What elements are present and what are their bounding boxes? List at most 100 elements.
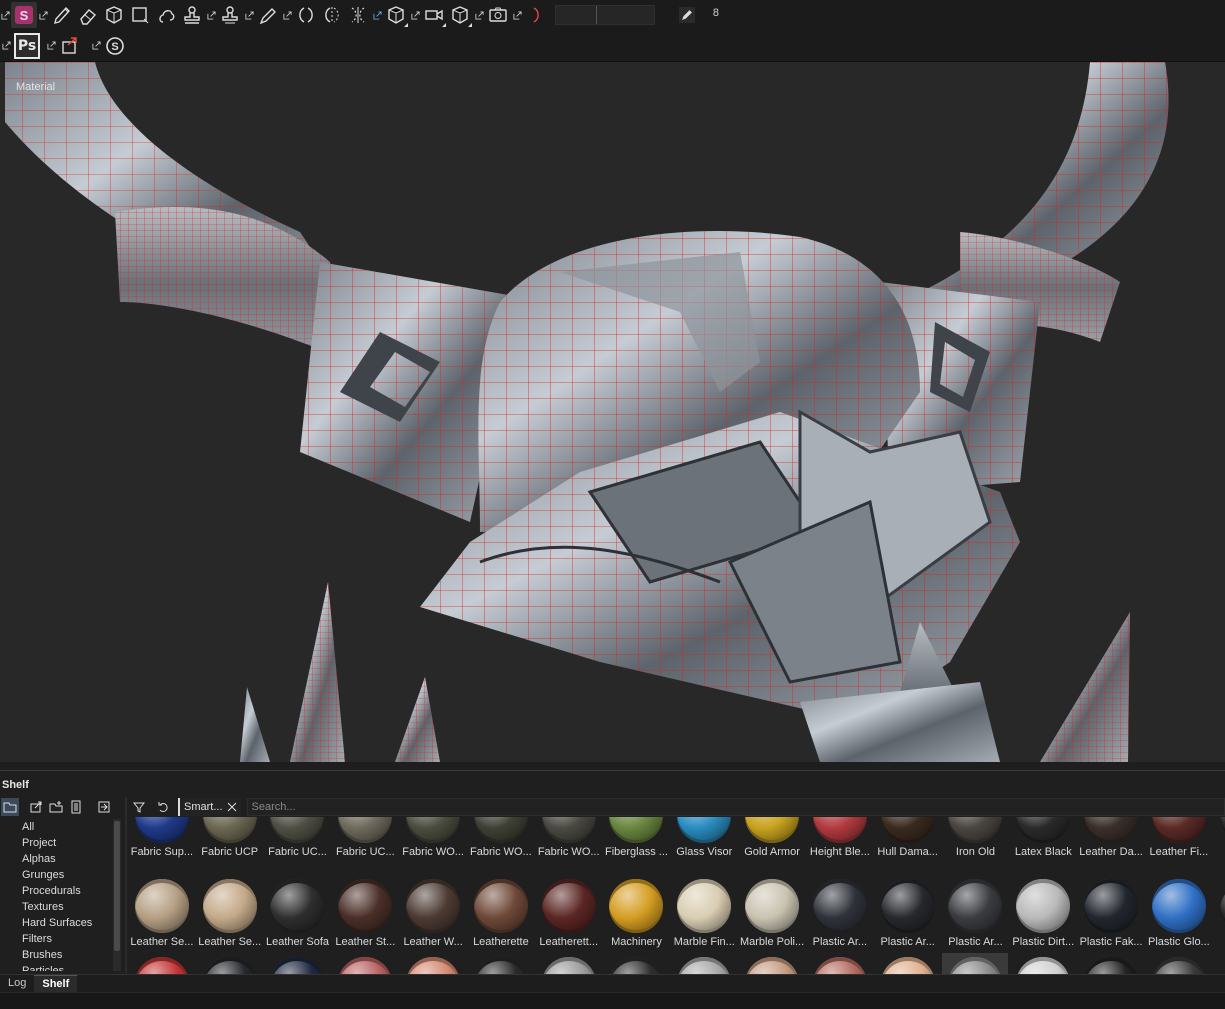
material-picker-icon[interactable] xyxy=(217,2,243,28)
external-link-icon[interactable] xyxy=(1,41,11,51)
material-thumbnail[interactable] xyxy=(670,957,738,975)
projection-icon[interactable] xyxy=(101,2,127,28)
external-link-icon[interactable] xyxy=(38,10,48,20)
material-thumbnail[interactable]: Plastic Ar... xyxy=(874,879,942,948)
shelf-divider[interactable] xyxy=(125,797,127,973)
material-thumbnail[interactable]: Iron Old xyxy=(942,817,1010,858)
3d-viewport[interactable]: Material xyxy=(0,62,1225,762)
material-thumbnail[interactable] xyxy=(1009,957,1077,975)
folder-icon[interactable] xyxy=(1,798,19,816)
brush-size-slider[interactable] xyxy=(555,5,655,25)
material-thumbnail[interactable]: Marble Fin... xyxy=(670,879,738,948)
material-thumbnail[interactable]: Fiberglass ... xyxy=(603,817,671,858)
material-thumbnail[interactable]: Fabric Sup... xyxy=(128,817,196,858)
material-thumbnail[interactable]: Plastic Glo... xyxy=(1145,879,1213,948)
import-icon[interactable] xyxy=(27,798,45,816)
material-thumbnail[interactable]: Latex Black xyxy=(1009,817,1077,858)
mirror-icon[interactable] xyxy=(319,2,345,28)
external-link-icon[interactable] xyxy=(512,10,522,20)
material-thumbnail[interactable]: Fabric WO... xyxy=(467,817,535,858)
material-thumbnail[interactable] xyxy=(535,957,603,975)
category-all[interactable]: All xyxy=(0,819,122,835)
material-thumbnail[interactable]: Fabric WO... xyxy=(535,817,603,858)
export-arrow-icon[interactable] xyxy=(57,33,83,59)
material-thumbnail[interactable]: Machinery xyxy=(603,879,671,948)
category-particles[interactable]: Particles xyxy=(0,963,122,971)
material-thumbnail[interactable] xyxy=(738,957,806,975)
symmetry-half-icon[interactable] xyxy=(523,2,549,28)
photoshop-export-button[interactable]: Ps xyxy=(14,32,40,59)
category-grunges[interactable]: Grunges xyxy=(0,867,122,883)
material-thumbnail[interactable]: Height Ble... xyxy=(806,817,874,858)
edit-pencil-icon[interactable] xyxy=(679,7,695,23)
material-thumbnail[interactable]: Fabric UC... xyxy=(264,817,332,858)
category-brushes[interactable]: Brushes xyxy=(0,947,122,963)
material-thumbnail[interactable] xyxy=(128,957,196,975)
category-project[interactable]: Project xyxy=(0,835,122,851)
brush-icon[interactable] xyxy=(49,2,75,28)
external-link-icon[interactable] xyxy=(474,10,484,20)
screenshot-icon[interactable] xyxy=(485,2,511,28)
material-thumbnail[interactable]: Hull Dama... xyxy=(874,817,942,858)
polygon-fill-icon[interactable] xyxy=(127,2,153,28)
close-icon[interactable] xyxy=(227,802,237,812)
category-scrollbar[interactable] xyxy=(113,819,121,971)
material-thumbnail[interactable]: L xyxy=(1213,817,1225,858)
material-thumbnail[interactable] xyxy=(1145,957,1213,975)
tab-log[interactable]: Log xyxy=(0,975,34,993)
category-procedurals[interactable]: Procedurals xyxy=(0,883,122,899)
material-thumbnail[interactable]: Fabric UC... xyxy=(331,817,399,858)
material-thumbnail[interactable] xyxy=(331,957,399,975)
display-box-icon[interactable] xyxy=(447,2,473,28)
eraser-icon[interactable] xyxy=(75,2,101,28)
new-folder-icon[interactable] xyxy=(47,798,65,816)
material-thumbnail[interactable]: Leather St... xyxy=(331,879,399,948)
material-thumbnail[interactable]: Leather Da... xyxy=(1077,817,1145,858)
export-icon[interactable] xyxy=(95,798,113,816)
helmet-model[interactable] xyxy=(0,62,1225,762)
material-thumbnail[interactable]: Glass Visor xyxy=(670,817,738,858)
symmetry-axis-icon[interactable] xyxy=(345,2,371,28)
brush-size-value[interactable]: 8 xyxy=(701,7,719,19)
category-hard-surfaces[interactable]: Hard Surfaces xyxy=(0,915,122,931)
material-thumbnail[interactable] xyxy=(806,957,874,975)
reset-icon[interactable] xyxy=(154,798,172,816)
material-thumbnail[interactable]: Gold Armor xyxy=(738,817,806,858)
substance-share-icon[interactable]: S xyxy=(102,33,128,59)
material-thumbnail[interactable]: Fabric WO... xyxy=(399,817,467,858)
material-thumbnail[interactable]: Marble Poli... xyxy=(738,879,806,948)
smudge-icon[interactable] xyxy=(153,2,179,28)
filter-chip[interactable]: Smart... xyxy=(178,798,241,816)
material-thumbnail[interactable]: Leather Sofa xyxy=(264,879,332,948)
viewport-box-icon[interactable] xyxy=(383,2,409,28)
filter-icon[interactable] xyxy=(130,798,148,816)
material-thumbnail[interactable] xyxy=(264,957,332,975)
material-thumbnail[interactable]: Plastic Ar... xyxy=(942,879,1010,948)
material-thumbnail[interactable]: Leatherett... xyxy=(535,879,603,948)
scrollbar-thumb[interactable] xyxy=(114,821,120,951)
material-thumbnail[interactable]: Leatherette xyxy=(467,879,535,948)
tab-shelf[interactable]: Shelf xyxy=(34,975,78,993)
category-alphas[interactable]: Alphas xyxy=(0,851,122,867)
material-thumbnail[interactable] xyxy=(399,957,467,975)
external-link-icon[interactable] xyxy=(410,10,420,20)
search-input[interactable] xyxy=(246,798,1225,816)
material-thumbnail[interactable] xyxy=(196,957,264,975)
color-picker-icon[interactable] xyxy=(255,2,281,28)
external-link-icon[interactable] xyxy=(91,41,101,51)
material-thumbnail[interactable] xyxy=(603,957,671,975)
painter-logo-icon[interactable]: S xyxy=(11,2,37,28)
material-thumbnail[interactable]: Leather W... xyxy=(399,879,467,948)
material-thumbnail[interactable]: Leather Se... xyxy=(128,879,196,948)
material-thumbnail[interactable] xyxy=(874,957,942,975)
external-link-icon[interactable] xyxy=(206,10,216,20)
external-link-icon[interactable] xyxy=(282,10,292,20)
external-link-icon[interactable] xyxy=(0,10,10,20)
material-thumbnail[interactable]: Leather Fi... xyxy=(1145,817,1213,858)
material-thumbnail[interactable] xyxy=(941,953,1010,975)
category-textures[interactable]: Textures xyxy=(0,899,122,915)
material-thumbnail[interactable]: Fabric UCP xyxy=(196,817,264,858)
material-thumbnail[interactable]: Plastic Fak... xyxy=(1077,879,1145,948)
material-thumbnail[interactable]: Leather Se... xyxy=(196,879,264,948)
document-icon[interactable] xyxy=(67,798,85,816)
